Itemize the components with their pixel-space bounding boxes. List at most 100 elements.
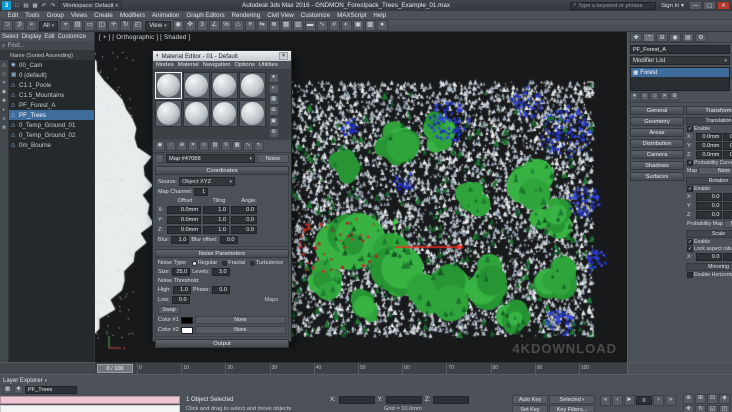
coordinate-z-field[interactable] bbox=[433, 396, 470, 404]
scene-object-row[interactable]: △ PF_Forest_A bbox=[9, 100, 94, 110]
material-name-dropdown[interactable]: Map #47088 ▾ bbox=[166, 154, 255, 163]
play-button[interactable]: ► bbox=[624, 395, 635, 406]
checkbox[interactable]: ✓ bbox=[687, 246, 693, 252]
track-bar[interactable]: 0 / 100 0 10 20 30 40 50 60 70 80 90 100 bbox=[95, 362, 627, 374]
tab-display[interactable]: ▤ bbox=[682, 32, 694, 42]
rectangular-selection-region-icon[interactable]: ▭ bbox=[84, 20, 96, 31]
transform-group-mirroring[interactable]: Mirroring bbox=[686, 263, 732, 271]
mirror-icon[interactable]: ⇋ bbox=[256, 20, 268, 31]
rollout-surfaces[interactable]: Surfaces bbox=[630, 172, 684, 181]
menu-edit[interactable]: Edit bbox=[4, 12, 22, 19]
layer-explorer-title[interactable]: Layer Explorer ▾ bbox=[3, 377, 47, 384]
zoom-region-icon[interactable]: ◈ bbox=[719, 394, 730, 404]
min-field[interactable]: 0.0mm bbox=[696, 133, 723, 141]
sample-type-icon[interactable]: ● bbox=[268, 73, 279, 83]
max-field[interactable]: 0.0mm bbox=[723, 142, 732, 150]
application-menu-button[interactable]: 3 bbox=[2, 1, 11, 10]
color2-map-button[interactable]: None bbox=[194, 326, 286, 334]
options-icon[interactable]: ⚙ bbox=[268, 128, 279, 138]
tiling-field[interactable]: 1.0 bbox=[203, 216, 229, 224]
rendered-frame-window-icon[interactable]: ▩ bbox=[364, 20, 376, 31]
menu-help[interactable]: Help bbox=[370, 12, 390, 19]
orbit-icon[interactable]: ↻ bbox=[695, 405, 706, 412]
map-button[interactable]: None bbox=[698, 167, 732, 175]
go-to-end-button[interactable]: » bbox=[665, 395, 676, 406]
spinner-snap-toggle-icon[interactable]: ◇ bbox=[232, 20, 244, 31]
assign-material-icon[interactable]: ⊕ bbox=[177, 141, 187, 151]
map-button[interactable]: None bbox=[723, 220, 732, 228]
checkbox[interactable]: ✓ bbox=[687, 126, 693, 132]
display-cameras-icon[interactable]: ◉ bbox=[2, 89, 6, 95]
toggle-scene-explorer-icon[interactable]: ▦ bbox=[280, 20, 292, 31]
min-field[interactable]: 0.0mm bbox=[696, 142, 723, 150]
angle-field[interactable]: 0.0 bbox=[231, 226, 257, 234]
checkbox[interactable]: ✓ bbox=[687, 160, 693, 166]
menu-animation[interactable]: Animation bbox=[148, 12, 183, 19]
reference-coordinate-system-dropdown[interactable]: View ▾ bbox=[145, 20, 171, 31]
menu-group[interactable]: Group bbox=[43, 12, 67, 19]
scene-object-row[interactable]: △ C1.1_Poole bbox=[9, 80, 94, 90]
max-field[interactable]: 0.0 bbox=[723, 253, 732, 261]
get-material-icon[interactable]: ◉ bbox=[155, 141, 165, 151]
noise-type-radio-regular[interactable]: Regular bbox=[191, 260, 217, 266]
scene-list-column-header[interactable]: Name (Sorted Ascending) bbox=[0, 51, 94, 60]
rollout-camera[interactable]: Camera bbox=[630, 150, 684, 159]
select-and-scale-icon[interactable]: ◰ bbox=[132, 20, 144, 31]
scene-object-row[interactable]: △ C1.5_Mountains bbox=[9, 90, 94, 100]
noise-size-field[interactable]: 25.0 bbox=[172, 268, 191, 276]
zoom-extents-icon[interactable]: ⊡ bbox=[707, 394, 718, 404]
add-to-layer-icon[interactable]: ✚ bbox=[14, 385, 23, 394]
tab-motion[interactable]: ◉ bbox=[669, 32, 681, 42]
create-new-layer-icon[interactable]: ▦ bbox=[3, 385, 12, 394]
bind-to-space-warp-icon[interactable]: ≈ bbox=[26, 20, 37, 31]
max-field[interactable]: 0.0mm bbox=[723, 151, 732, 159]
pin-stack-icon[interactable]: ▾ bbox=[630, 92, 639, 101]
noise-low-field[interactable]: 0.0 bbox=[171, 296, 190, 304]
background-icon[interactable]: ▦ bbox=[268, 95, 279, 105]
scene-object-row[interactable]: △ 0m_Bourne bbox=[9, 140, 94, 150]
rollout-shadows[interactable]: Shadows bbox=[630, 161, 684, 170]
new-scene-icon[interactable]: □ bbox=[13, 2, 21, 10]
noise-phase-field[interactable]: 0.0 bbox=[211, 286, 230, 294]
scene-object-row[interactable]: △ 0_Temp_Ground_01 bbox=[9, 120, 94, 130]
max-field[interactable]: 0.0 bbox=[723, 211, 732, 219]
maximize-button[interactable]: ▢ bbox=[703, 1, 716, 10]
object-name-field[interactable]: PF_Forest_A bbox=[630, 45, 730, 54]
time-slider[interactable]: 0 / 100 bbox=[97, 364, 133, 373]
select-and-link-icon[interactable]: ⊃ bbox=[2, 20, 13, 31]
help-search-input[interactable]: ⌕ Type a keyword or phrase bbox=[570, 1, 657, 10]
sign-in-button[interactable]: Sign In ▾ bbox=[658, 3, 687, 9]
auto-key-button[interactable]: Auto Key bbox=[512, 395, 548, 404]
material-type-button[interactable]: Noise bbox=[257, 154, 289, 163]
sample-tiling-icon[interactable]: ⊞ bbox=[268, 106, 279, 116]
zoom-icon[interactable]: ⊕ bbox=[683, 394, 694, 404]
backlight-icon[interactable]: ◐ bbox=[268, 84, 279, 94]
scene-object-row[interactable]: △ 0_Temp_Ground_02 bbox=[9, 130, 94, 140]
reset-map-icon[interactable]: ✕ bbox=[188, 141, 198, 151]
angle-field[interactable]: 0.0 bbox=[231, 216, 257, 224]
display-geometry-icon[interactable]: △ bbox=[2, 62, 6, 68]
maxscript-mini-listener-white[interactable] bbox=[0, 405, 180, 412]
scene-object-row[interactable]: ◉ 00_Cam bbox=[9, 60, 94, 70]
render-setup-icon[interactable]: ▣ bbox=[352, 20, 364, 31]
pick-material-icon[interactable]: ◌ bbox=[155, 154, 164, 163]
material-editor-icon[interactable]: ◐ bbox=[340, 20, 352, 31]
rollout-output[interactable]: Output bbox=[155, 339, 289, 348]
material-sample-slot[interactable] bbox=[239, 100, 266, 127]
select-and-rotate-icon[interactable]: ↻ bbox=[120, 20, 132, 31]
set-key-button[interactable]: Set Key bbox=[512, 405, 548, 412]
coordinate-y-field[interactable] bbox=[386, 396, 423, 404]
min-field[interactable]: 0.0 bbox=[696, 253, 723, 261]
current-frame-field[interactable]: 0 bbox=[636, 396, 652, 405]
color1-swatch[interactable] bbox=[180, 316, 193, 324]
menu-rendering[interactable]: Rendering bbox=[228, 12, 264, 19]
rollout-geometry[interactable]: Geometry bbox=[630, 117, 684, 126]
rollout-general[interactable]: General bbox=[630, 106, 684, 115]
tab-modify[interactable]: ◔ bbox=[643, 32, 655, 42]
selection-filter-dropdown[interactable]: All ▾ bbox=[39, 20, 59, 31]
remove-modifier-icon[interactable]: ✕ bbox=[660, 92, 669, 101]
material-sample-slot[interactable] bbox=[211, 72, 238, 99]
color1-map-button[interactable]: None bbox=[194, 316, 286, 324]
previous-frame-button[interactable]: ‹ bbox=[612, 395, 623, 406]
material-sample-slot[interactable] bbox=[183, 100, 210, 127]
